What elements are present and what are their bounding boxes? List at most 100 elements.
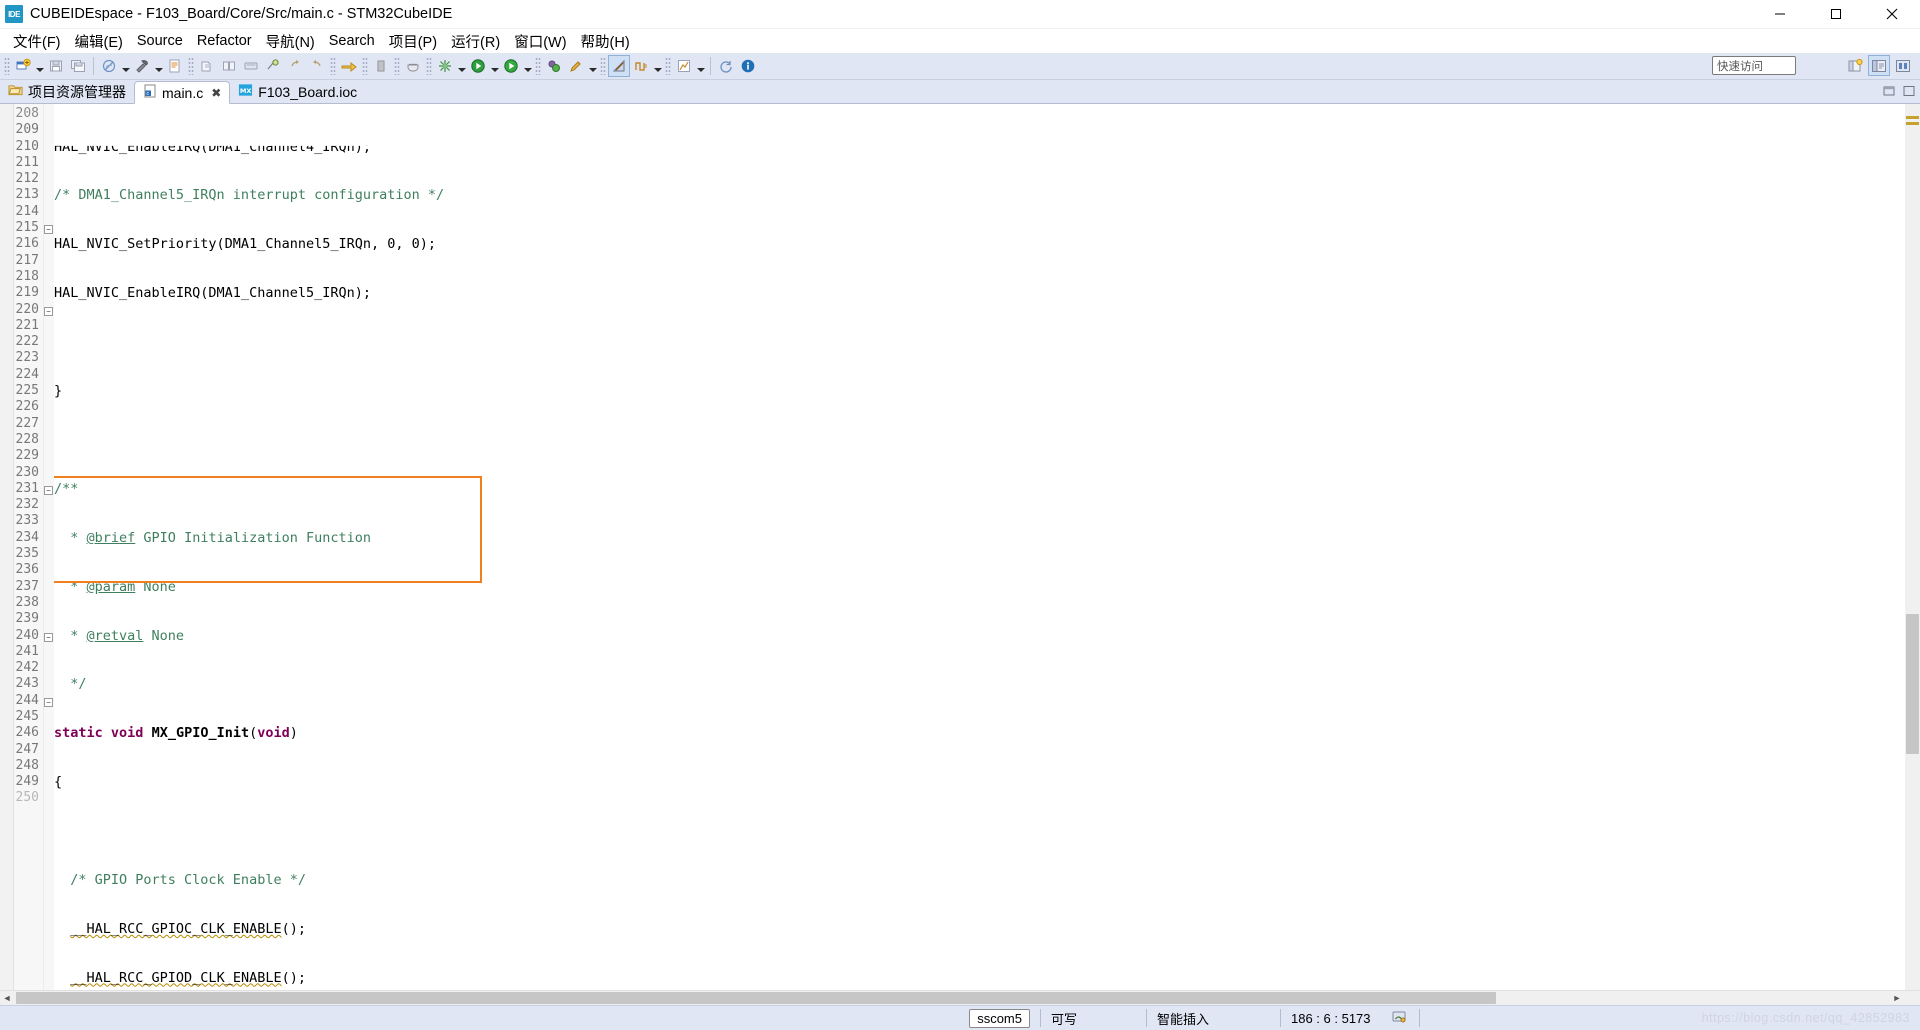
pencil-icon[interactable]	[565, 55, 587, 77]
new-c-file-icon[interactable]	[164, 55, 186, 77]
run-dropdown-arrow[interactable]	[522, 55, 533, 77]
annotation-ruler[interactable]	[0, 104, 14, 990]
toolbar-grip-5[interactable]	[394, 57, 400, 75]
debug-perspective-icon[interactable]	[1892, 55, 1914, 76]
fold-marker-icon[interactable]: −	[44, 485, 53, 495]
main-toolbar: 快速访问	[0, 53, 1920, 80]
toolbar-grip-4[interactable]	[362, 57, 368, 75]
search-icon[interactable]	[262, 55, 284, 77]
toolbar-grip-8[interactable]	[600, 57, 606, 75]
toolbar-grip-7[interactable]	[535, 57, 541, 75]
debug-dropdown-arrow[interactable]	[489, 55, 500, 77]
code-line: /* DMA1_Channel5_IRQn interrupt configur…	[54, 187, 445, 204]
close-button[interactable]	[1864, 0, 1920, 29]
code-line: HAL_NVIC_EnableIRQ(DMA1_Channel4_IRQn);	[54, 138, 371, 155]
minimize-view-icon[interactable]	[1882, 84, 1896, 103]
save-icon[interactable]	[45, 55, 67, 77]
vertical-scroll-thumb[interactable]	[1906, 614, 1919, 754]
insert-mode-status: 智能插入	[1157, 1011, 1210, 1027]
menu-file[interactable]: 文件(F)	[6, 29, 68, 54]
run-icon[interactable]	[500, 55, 522, 77]
folding-gutter[interactable]: − − − − −	[44, 104, 54, 990]
open-resource-icon[interactable]	[240, 55, 262, 77]
toolbar-grip-3[interactable]	[330, 57, 336, 75]
debug-config-dropdown-arrow[interactable]	[456, 55, 467, 77]
code-text-area[interactable]: HAL_NVIC_EnableIRQ(DMA1_Channel4_IRQn); …	[54, 104, 1920, 990]
toolbar-grip-2[interactable]	[188, 57, 194, 75]
chart-icon[interactable]	[673, 55, 695, 77]
cpp-perspective-icon[interactable]	[1868, 55, 1890, 76]
menu-refactor[interactable]: Refactor	[190, 31, 259, 51]
pencil-dropdown-arrow[interactable]	[587, 55, 598, 77]
new-file-dropdown-arrow[interactable]	[34, 55, 45, 77]
toolbar-grip-6[interactable]	[426, 57, 432, 75]
quick-access-input[interactable]: 快速访问	[1712, 56, 1796, 75]
line-number: 231	[15, 480, 39, 496]
line-number: 244	[15, 692, 39, 708]
fold-marker-icon[interactable]: −	[44, 306, 53, 316]
debug-icon[interactable]	[467, 55, 489, 77]
line-number: ? 226	[15, 399, 39, 415]
memory-icon[interactable]	[370, 55, 392, 77]
back-nav-icon[interactable]	[284, 55, 306, 77]
menu-help[interactable]: 帮助(H)	[574, 29, 637, 54]
maximize-view-icon[interactable]	[1902, 84, 1916, 103]
forward-arrow-icon[interactable]	[338, 55, 360, 77]
watermark-text: https://blog.csdn.net/qq_42852983	[1701, 1011, 1910, 1025]
build-hammer-dropdown-arrow[interactable]	[153, 55, 164, 77]
tab-main-c[interactable]: c main.c ✖	[134, 81, 231, 104]
open-element-icon[interactable]	[196, 55, 218, 77]
external-tools-icon[interactable]	[543, 55, 565, 77]
signal-icon[interactable]	[630, 55, 652, 77]
vertical-scrollbar[interactable]	[1905, 104, 1920, 990]
forward-nav-icon[interactable]	[306, 55, 328, 77]
menu-edit[interactable]: 编辑(E)	[68, 29, 130, 54]
svg-text:MX: MX	[240, 87, 252, 95]
build-disabled-icon[interactable]	[98, 55, 120, 77]
line-number: 242	[15, 660, 39, 676]
minimize-button[interactable]	[1752, 0, 1808, 29]
refresh-icon[interactable]	[715, 55, 737, 77]
scroll-left-arrow[interactable]: ◄	[0, 993, 14, 1003]
info-icon[interactable]	[737, 55, 759, 77]
menu-source[interactable]: Source	[130, 31, 190, 51]
horizontal-scrollbar[interactable]: ◄ ►	[0, 990, 1920, 1005]
build-dropdown-arrow[interactable]	[120, 55, 131, 77]
line-number: 240	[15, 627, 39, 643]
title-bar: IDE CUBEIDEspace - F103_Board/Core/Src/m…	[0, 0, 1920, 29]
signal-dropdown-arrow[interactable]	[652, 55, 663, 77]
scroll-right-arrow[interactable]: ►	[1890, 993, 1904, 1003]
menu-search[interactable]: Search	[322, 31, 382, 51]
toolbar-separator-2	[710, 57, 711, 75]
menu-run[interactable]: 运行(R)	[444, 29, 507, 54]
horizontal-scroll-thumb[interactable]	[16, 992, 1496, 1004]
fold-marker-icon[interactable]: −	[44, 697, 53, 707]
save-all-icon[interactable]	[67, 55, 89, 77]
code-line: static void MX_GPIO_Init(void)	[54, 725, 298, 742]
menu-window[interactable]: 窗口(W)	[507, 29, 573, 54]
menu-bar: 文件(F) 编辑(E) Source Refactor 导航(N) Search…	[0, 29, 1920, 53]
close-icon[interactable]: ✖	[211, 86, 221, 100]
menu-navigate[interactable]: 导航(N)	[259, 29, 322, 54]
debug-config-icon[interactable]	[434, 55, 456, 77]
toolbar-grip-9[interactable]	[665, 57, 671, 75]
tab-f103-board-ioc[interactable]: MX F103_Board.ioc	[230, 80, 365, 103]
measure-icon[interactable]	[608, 55, 630, 77]
pin-editor-button[interactable]	[1381, 1006, 1419, 1030]
cleanup-icon[interactable]	[402, 55, 424, 77]
new-file-icon[interactable]	[12, 55, 34, 77]
maximize-button[interactable]	[1808, 0, 1864, 29]
build-hammer-icon[interactable]	[131, 55, 153, 77]
menu-project[interactable]: 项目(P)	[382, 29, 444, 54]
chart-dropdown-arrow[interactable]	[695, 55, 706, 77]
toolbar-grip[interactable]	[4, 57, 10, 75]
open-perspective-icon[interactable]	[1844, 55, 1866, 76]
fold-marker-icon[interactable]: −	[44, 632, 53, 642]
line-number: 213	[15, 187, 39, 203]
fold-marker-icon[interactable]: −	[44, 225, 53, 235]
open-type-icon[interactable]	[218, 55, 240, 77]
project-explorer-icon	[8, 83, 23, 100]
tab-project-explorer[interactable]: 项目资源管理器	[0, 80, 134, 103]
code-editor[interactable]: 208 209 210 211 212 213 214 215 216 217 …	[0, 104, 1920, 990]
toolbar-separator-1	[93, 57, 94, 75]
